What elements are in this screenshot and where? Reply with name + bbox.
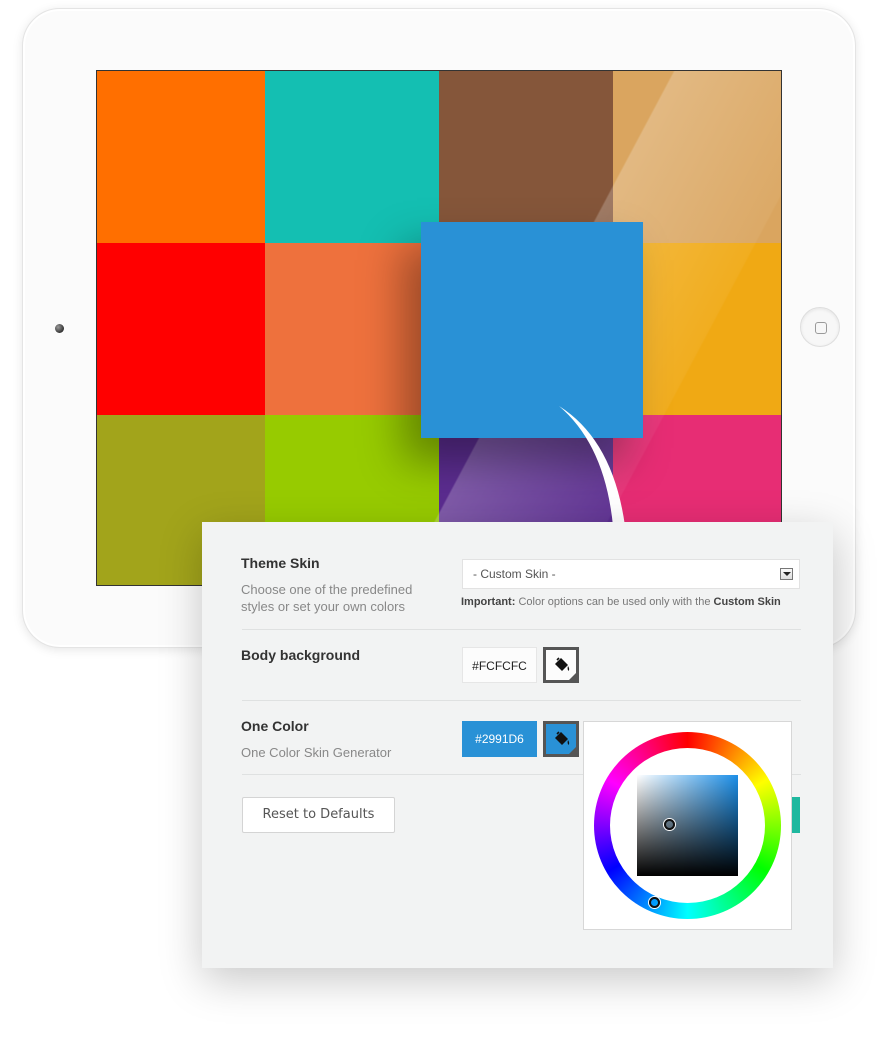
note-prefix: Important: xyxy=(461,596,516,608)
theme-skin-select-value: - Custom Skin - xyxy=(473,567,556,581)
divider xyxy=(242,629,801,630)
tablet-camera xyxy=(55,324,64,333)
skin-options-panel: Theme Skin Choose one of the predefined … xyxy=(202,522,833,968)
theme-skin-desc-line: Choose one of the predefined xyxy=(241,582,413,597)
body-background-color-button[interactable] xyxy=(543,647,579,683)
color-tile xyxy=(613,71,781,243)
color-tile xyxy=(439,71,613,243)
color-picker-popup[interactable] xyxy=(583,721,792,930)
save-button-edge[interactable] xyxy=(792,797,800,833)
theme-skin-label: Theme Skin xyxy=(241,555,320,571)
hue-handle[interactable] xyxy=(649,897,660,908)
saturation-handle[interactable] xyxy=(664,819,675,830)
theme-skin-desc-line: styles or set your own colors xyxy=(241,599,406,614)
custom-skin-note: Important: Color options can be used onl… xyxy=(461,596,781,608)
callout-pointer xyxy=(559,406,625,526)
one-color-hex-input[interactable]: #2991D6 xyxy=(462,721,537,757)
body-background-hex-input[interactable]: #FCFCFC xyxy=(462,647,537,683)
one-color-label: One Color xyxy=(241,718,309,734)
note-text: Color options can be used only with the xyxy=(515,596,714,608)
paint-bucket-icon xyxy=(555,657,570,671)
theme-skin-description: Choose one of the predefined styles or s… xyxy=(241,581,412,615)
chevron-down-icon[interactable] xyxy=(780,568,793,580)
reset-to-defaults-button[interactable]: Reset to Defaults xyxy=(242,797,395,833)
color-tile xyxy=(97,243,265,415)
note-emphasis: Custom Skin xyxy=(713,596,781,608)
one-color-description: One Color Skin Generator xyxy=(241,745,392,760)
color-tile xyxy=(97,71,265,243)
paint-bucket-icon xyxy=(555,731,570,745)
color-tile xyxy=(265,243,439,415)
body-background-label: Body background xyxy=(241,647,361,663)
color-tile xyxy=(265,71,439,243)
saturation-value-square[interactable] xyxy=(637,775,738,876)
divider xyxy=(242,700,801,701)
tablet-home-button xyxy=(800,307,840,347)
one-color-color-button[interactable] xyxy=(543,721,579,757)
theme-skin-select[interactable]: - Custom Skin - xyxy=(462,559,800,589)
